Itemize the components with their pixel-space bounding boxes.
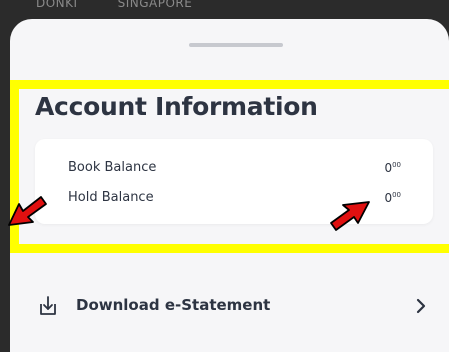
red-arrow-icon-left	[5, 191, 49, 231]
book-balance-value: 000	[384, 161, 401, 175]
chevron-right-icon	[415, 297, 427, 315]
screen: DONKI SINGAPORE Account Information Book …	[0, 0, 449, 352]
hold-balance-value: 000	[384, 191, 401, 205]
download-e-statement-label: Download e-Statement	[76, 296, 271, 314]
bottom-sheet: Account Information Book Balance 000 Hol…	[10, 19, 449, 352]
book-balance-label: Book Balance	[68, 160, 157, 175]
background-text-right: SINGAPORE	[117, 0, 193, 10]
background-text-left: DONKI	[36, 0, 78, 10]
download-e-statement-row[interactable]: Download e-Statement	[10, 281, 449, 333]
background-header-text: DONKI SINGAPORE	[36, 0, 192, 10]
account-information-title: Account Information	[35, 92, 318, 121]
balance-card: Book Balance 000 Hold Balance 000	[35, 139, 433, 224]
hold-balance-label: Hold Balance	[68, 190, 154, 205]
sheet-drag-handle[interactable]	[189, 43, 283, 47]
red-arrow-icon-right	[327, 196, 371, 236]
download-icon	[37, 295, 59, 317]
